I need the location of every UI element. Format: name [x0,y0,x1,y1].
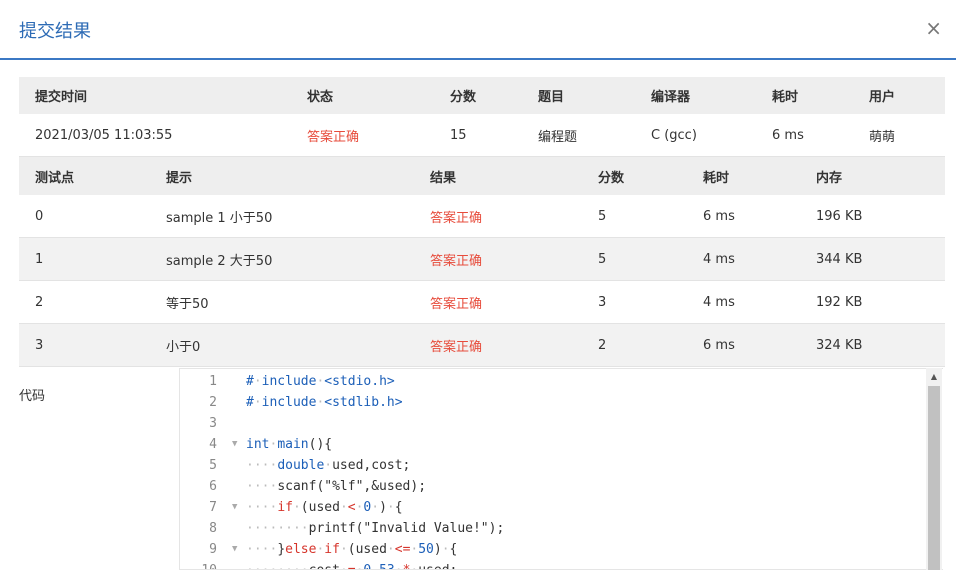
code-text: #·include·<stdlib.h> [246,395,403,410]
testcase-memory: 344 KB [816,251,863,267]
code-editor[interactable]: 1 #·include·<stdio.h> 2 #·include·<stdlib.h… [179,368,943,570]
testcase-result: 答案正确 [430,339,483,355]
table-row: 1 sample 2 大于50 答案正确 5 4 ms 344 KB [19,238,945,281]
line-number: 5 [209,458,217,473]
line-number: 9 [209,542,217,557]
header-submit-time: 提交时间 [35,90,88,105]
testcase-hint: 等于50 [166,296,209,312]
testcase-time: 4 ms [703,251,735,267]
header-hint: 提示 [166,170,193,186]
header-compiler: 编译器 [651,90,691,105]
testcase-id: 0 [35,208,44,224]
line-number: 4 [209,437,217,452]
line-number: 2 [209,395,217,410]
code-line: 7 ▼ ····if·(used·<·0·)·{ [180,497,943,518]
header-score: 分数 [450,90,477,105]
code-line: 2 #·include·<stdlib.h> [180,392,943,413]
dialog-title: 提交结果 [19,21,91,42]
testcase-score: 5 [598,208,607,224]
score: 15 [450,127,467,143]
testcase-id: 3 [35,337,44,353]
code-line: 4 ▼ int·main(){ [180,434,943,455]
close-icon[interactable]: × [925,16,942,40]
testcase-time: 4 ms [703,294,735,310]
line-number: 6 [209,479,217,494]
code-scrollbar[interactable]: ▲ [926,368,942,570]
status-badge: 答案正确 [307,129,360,145]
testcase-result: 答案正确 [430,296,483,312]
testcase-id: 2 [35,294,44,310]
code-text: ····scanf("%lf",&used); [246,479,427,494]
line-number: 10 [180,560,217,569]
testcase-score: 3 [598,294,607,310]
testcase-hint: sample 2 大于50 [166,253,273,269]
code-text: ····double·used,cost; [246,458,411,473]
testcase-time: 6 ms [703,208,735,224]
code-line: 3 [180,413,943,434]
scroll-thumb[interactable] [928,386,940,570]
code-line: 1 #·include·<stdio.h> [180,371,943,392]
code-text: ········printf("Invalid Value!"); [246,521,505,536]
line-number: 8 [209,521,217,536]
code-text: ········cost·=·0.53·*·used; [246,560,457,569]
testcase-id: 1 [35,251,44,267]
dialog-header: 提交结果 × [0,0,956,60]
testcase-memory: 324 KB [816,337,863,353]
line-number: 1 [209,374,217,389]
header-time: 耗时 [772,90,799,105]
code-line: 5 ····double·used,cost; [180,455,943,476]
table-row: 2 等于50 答案正确 3 4 ms 192 KB [19,281,945,324]
line-number: 7 [209,500,217,515]
code-line: 9 ▼ ····}else·if·(used·<=·50)·{ [180,539,943,560]
fold-arrow-icon[interactable]: ▼ [232,497,237,518]
header-testcase: 测试点 [35,170,75,186]
header-status: 状态 [307,90,334,105]
summary-header-row: 提交时间 状态 分数 题目 编译器 耗时 用户 [19,77,945,114]
code-line: 6 ····scanf("%lf",&used); [180,476,943,497]
header-memory: 内存 [816,170,843,186]
testcase-result: 答案正确 [430,253,483,269]
code-text: ····}else·if·(used·<=·50)·{ [246,542,458,557]
tests-header-row: 测试点 提示 结果 分数 耗时 内存 [19,157,945,195]
code-text: ····if·(used·<·0·)·{ [246,500,403,515]
table-row: 3 小于0 答案正确 2 6 ms 324 KB [19,324,945,367]
scroll-up-icon[interactable]: ▲ [926,368,942,384]
testcase-time: 6 ms [703,337,735,353]
testcase-memory: 196 KB [816,208,863,224]
table-row: 0 sample 1 小于50 答案正确 5 6 ms 196 KB [19,195,945,238]
compiler: C (gcc) [651,127,697,143]
testcase-result: 答案正确 [430,210,483,226]
testcase-hint: 小于0 [166,339,201,355]
header-user: 用户 [869,90,896,105]
submission-result-dialog: 提交结果 × 提交时间 状态 分数 题目 编译器 耗时 用户 2021/03/0… [0,0,956,570]
code-text: #·include·<stdio.h> [246,374,395,389]
testcase-score: 2 [598,337,607,353]
elapsed-time: 6 ms [772,127,804,143]
header-problem: 题目 [538,90,565,105]
line-number: 3 [209,416,217,431]
code-label: 代码 [19,389,46,404]
user-link[interactable]: 萌萌 [869,114,895,156]
fold-arrow-icon[interactable]: ▼ [232,539,237,560]
submit-time: 2021/03/05 11:03:55 [35,127,173,143]
fold-arrow-icon[interactable]: ▼ [232,434,237,455]
testcase-memory: 192 KB [816,294,863,310]
summary-row: 2021/03/05 11:03:55 答案正确 15 编程题 C (gcc) … [19,114,945,157]
code-line: 8 ········printf("Invalid Value!"); [180,518,943,539]
header-result: 结果 [430,170,457,186]
testcase-hint: sample 1 小于50 [166,210,273,226]
header-test-time: 耗时 [703,170,730,186]
code-text: int·main(){ [246,437,333,452]
problem-link[interactable]: 编程题 [538,114,577,156]
testcase-score: 5 [598,251,607,267]
code-line: 10 ········cost·=·0.53·*·used; [180,560,943,569]
header-test-score: 分数 [598,170,625,186]
